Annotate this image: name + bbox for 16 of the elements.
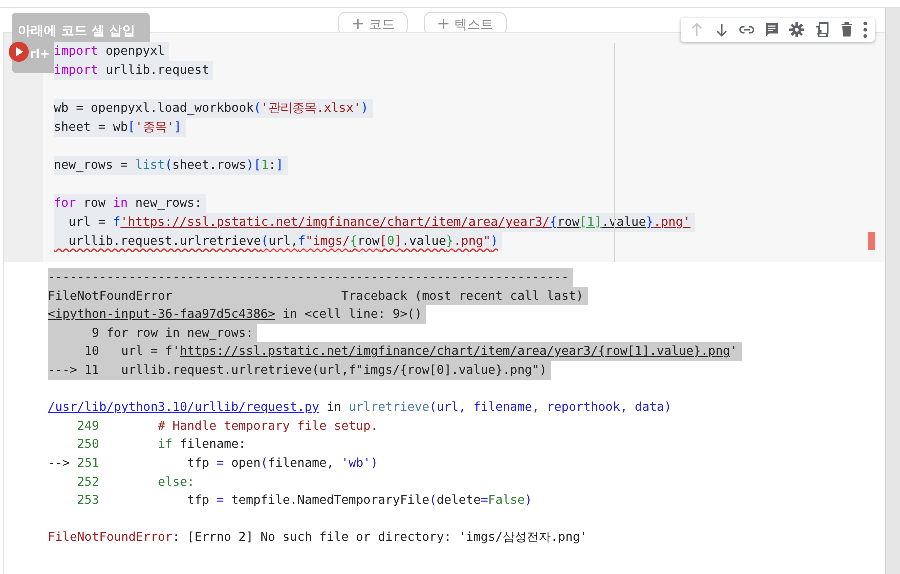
play-icon <box>9 42 29 62</box>
more-icon <box>863 21 868 39</box>
scrollbar[interactable] <box>885 8 900 574</box>
comment-icon <box>763 21 781 39</box>
error-marker <box>868 232 875 250</box>
run-button[interactable] <box>9 42 29 62</box>
output-line: --> 251 tfp = open(filename, 'wb') <box>48 454 378 472</box>
settings-icon <box>788 21 806 39</box>
more-button[interactable] <box>861 20 870 40</box>
copy-icon <box>813 21 831 39</box>
output-line: 249 # Handle temporary file setup. <box>76 418 378 435</box>
output-line: 252 else: <box>76 474 195 491</box>
output-line: FileNotFoundError: [Errno 2] No such file or directory: 'imgs/삼성전자.png' <box>48 529 588 546</box>
output-line: 253 tfp = tempfile.NamedTemporaryFile(delete=False) <box>76 492 532 510</box>
output-line: 250 if filename: <box>76 436 246 454</box>
output-line: /usr/lib/python3.10/urllib/request.py in urlretrieve(url, filename, reporthook, data) <box>48 399 672 416</box>
